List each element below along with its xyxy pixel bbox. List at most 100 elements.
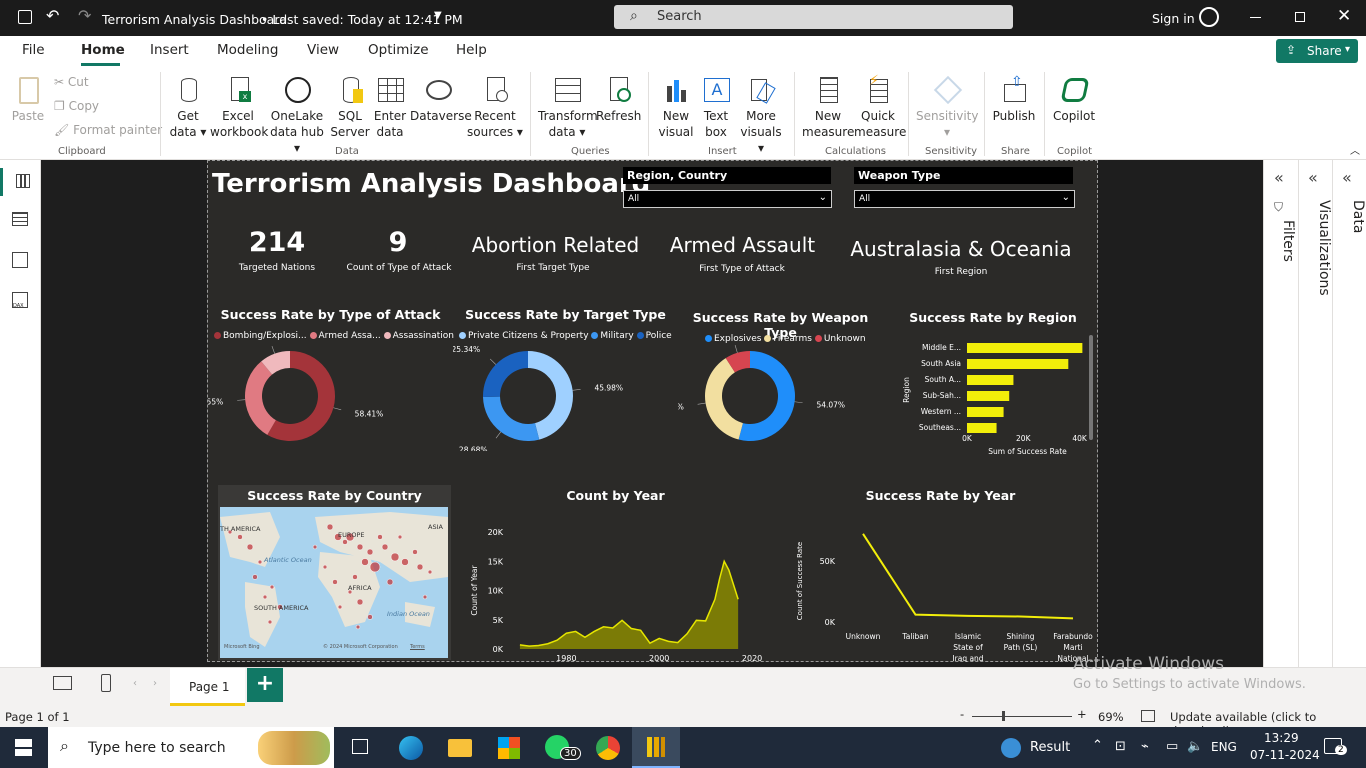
network-icon[interactable]: ⌁ bbox=[1141, 739, 1149, 754]
onelake-button[interactable]: OneLake data hub ▾ bbox=[267, 74, 327, 156]
transform-data-button[interactable]: Transform data ▾ bbox=[538, 74, 598, 140]
kpi-label-first-region: First Region bbox=[934, 267, 988, 277]
donut-chart-target-type[interactable]: 45.98% 28.68% 25.34% bbox=[453, 341, 683, 451]
quick-measure-button[interactable]: ⚡ Quick measure bbox=[854, 73, 906, 140]
chevron-up-icon[interactable]: ⌃ bbox=[1092, 738, 1103, 753]
sensitivity-button[interactable]: Sensitivity ▾ bbox=[916, 74, 978, 140]
desktop-layout-icon[interactable] bbox=[53, 676, 72, 690]
recent-sources-button[interactable]: Recent sources ▾ bbox=[467, 74, 523, 140]
file-explorer-icon[interactable] bbox=[448, 739, 472, 757]
save-icon[interactable] bbox=[18, 10, 32, 24]
get-data-button[interactable]: Get data ▾ bbox=[168, 74, 208, 140]
next-page-icon[interactable]: › bbox=[153, 678, 157, 689]
sign-in-link[interactable]: Sign in bbox=[1152, 11, 1195, 26]
map-visual[interactable]: Success Rate by Country TH AMERICA EUROP… bbox=[218, 485, 451, 660]
collapse-filters-icon[interactable]: « bbox=[1274, 168, 1284, 187]
copilot-button[interactable]: Copilot bbox=[1052, 74, 1096, 124]
display-icon[interactable]: ▭ bbox=[1166, 739, 1178, 754]
map-terms-link[interactable]: Terms bbox=[410, 644, 425, 650]
tab-view[interactable]: View bbox=[307, 42, 339, 58]
undo-icon[interactable]: ↶ bbox=[46, 6, 59, 25]
map-canvas[interactable]: TH AMERICA EUROPE ASIA Atlantic Ocean AF… bbox=[220, 507, 448, 658]
zoom-level[interactable]: 69% bbox=[1098, 710, 1124, 724]
data-pane-label[interactable]: Data bbox=[1336, 200, 1366, 233]
format-painter-button[interactable]: 🖌 Format painter bbox=[54, 122, 162, 138]
line-chart-success-by-year[interactable]: 0K 50K Unknown Taliban Islamic State of Iraq a… bbox=[778, 504, 1096, 662]
slicer-dropdown-region-country[interactable]: All ⌄ bbox=[623, 190, 832, 208]
paste-button[interactable]: Paste bbox=[10, 74, 46, 124]
volume-icon[interactable]: 🔈 bbox=[1187, 739, 1203, 754]
clock-time[interactable]: 13:29 bbox=[1264, 731, 1299, 745]
copy-button[interactable]: ❐ Copy bbox=[54, 98, 99, 114]
new-visual-button[interactable]: New visual bbox=[656, 74, 696, 140]
enter-data-button[interactable]: Enter data bbox=[372, 74, 408, 140]
store-icon[interactable] bbox=[498, 737, 520, 759]
more-visuals-button[interactable]: More visuals ▾ bbox=[736, 74, 786, 156]
zoom-out-button[interactable]: - bbox=[960, 707, 964, 721]
weather-text[interactable]: Result bbox=[1030, 740, 1070, 755]
cut-button[interactable]: ✂ Cut bbox=[54, 74, 89, 90]
new-measure-button[interactable]: New measure bbox=[802, 74, 854, 140]
add-page-button[interactable]: + bbox=[247, 668, 283, 702]
donut-chart-attack-type[interactable]: 58.41%30.55%11.04% bbox=[208, 341, 458, 451]
language-indicator[interactable]: ENG bbox=[1211, 740, 1237, 754]
close-button[interactable]: ✕ bbox=[1337, 6, 1351, 26]
clock-date[interactable]: 07-11-2024 bbox=[1250, 748, 1320, 762]
tab-help[interactable]: Help bbox=[456, 42, 487, 58]
account-icon[interactable] bbox=[1199, 7, 1219, 27]
tab-optimize[interactable]: Optimize bbox=[368, 42, 429, 58]
dataverse-button[interactable]: Dataverse bbox=[410, 74, 472, 124]
map-bubble bbox=[257, 559, 263, 565]
chrome-icon[interactable] bbox=[596, 736, 620, 760]
y-axis-title: Count of Year bbox=[470, 565, 479, 616]
prev-page-icon[interactable]: ‹ bbox=[133, 678, 137, 689]
bar-chart-region[interactable]: Middle E... South Asia South A... Sub-Sah..… bbox=[888, 333, 1098, 473]
meet-icon[interactable]: ⊡ bbox=[1115, 739, 1126, 754]
report-view-icon[interactable] bbox=[0, 168, 41, 196]
collapse-ribbon-icon[interactable]: ︿ bbox=[1350, 142, 1360, 157]
visualizations-pane-label[interactable]: Visualizations bbox=[1302, 200, 1332, 296]
scrollbar[interactable] bbox=[1089, 335, 1093, 440]
page-tab-1[interactable]: Page 1 bbox=[170, 668, 245, 706]
text-box-button[interactable]: A Text box bbox=[698, 74, 734, 140]
maximize-button[interactable] bbox=[1295, 12, 1305, 22]
collapse-visualizations-icon[interactable]: « bbox=[1308, 168, 1318, 187]
excel-workbook-button[interactable]: x Excel workbook bbox=[210, 74, 268, 140]
chevron-down-icon: ▾ bbox=[943, 125, 951, 139]
edge-icon[interactable] bbox=[399, 736, 423, 760]
powerbi-taskbar-button[interactable] bbox=[632, 727, 680, 768]
zoom-in-button[interactable]: + bbox=[1077, 707, 1087, 721]
map-label: Atlantic Ocean bbox=[264, 556, 312, 564]
sql-server-button[interactable]: SQL Server bbox=[330, 74, 370, 140]
model-view-icon[interactable] bbox=[12, 252, 28, 268]
table-view-icon[interactable] bbox=[12, 212, 28, 226]
area-chart-count-by-year[interactable]: 0K5K10K15K20K198020002020YearCount of Ye… bbox=[461, 504, 776, 662]
redo-icon[interactable]: ↷ bbox=[78, 6, 91, 25]
slicer-dropdown-weapon-type[interactable]: All ⌄ bbox=[854, 190, 1075, 208]
publish-icon: ⇧ bbox=[999, 74, 1029, 106]
collapse-data-icon[interactable]: « bbox=[1342, 168, 1352, 187]
map-bubble bbox=[386, 578, 394, 586]
zoom-slider-thumb[interactable] bbox=[1002, 711, 1005, 721]
tab-insert[interactable]: Insert bbox=[150, 42, 189, 58]
minimize-button[interactable] bbox=[1250, 17, 1261, 18]
taskbar-search-box[interactable]: ⌕ Type here to search bbox=[48, 727, 334, 768]
tab-home[interactable]: Home bbox=[81, 42, 125, 58]
tab-file[interactable]: File bbox=[22, 42, 45, 58]
task-view-icon[interactable] bbox=[352, 739, 368, 754]
search-box[interactable]: ⌕ Search bbox=[614, 5, 1013, 29]
tab-modeling[interactable]: Modeling bbox=[217, 42, 278, 58]
donut-chart-weapon-type[interactable]: 54.07%36.86%9.07% bbox=[678, 341, 888, 451]
filters-pane-label[interactable]: Filters bbox=[1266, 220, 1296, 262]
mobile-layout-icon[interactable] bbox=[101, 674, 111, 692]
report-page[interactable]: Terrorism Analysis Dashboard Region, Cou… bbox=[207, 160, 1098, 662]
quick-measure-icon: ⚡ bbox=[863, 73, 893, 106]
share-button[interactable]: ⇪ Share ▾ bbox=[1276, 39, 1358, 63]
chevron-down-icon[interactable]: ▼ bbox=[434, 10, 442, 21]
windows-start-icon[interactable] bbox=[15, 739, 32, 756]
refresh-button[interactable]: Refresh bbox=[596, 74, 641, 124]
zoom-slider-track[interactable] bbox=[972, 716, 1072, 717]
publish-button[interactable]: ⇧ Publish bbox=[992, 74, 1036, 124]
fit-to-page-icon[interactable] bbox=[1141, 710, 1155, 722]
dax-query-view-icon[interactable]: DAX bbox=[12, 292, 28, 309]
